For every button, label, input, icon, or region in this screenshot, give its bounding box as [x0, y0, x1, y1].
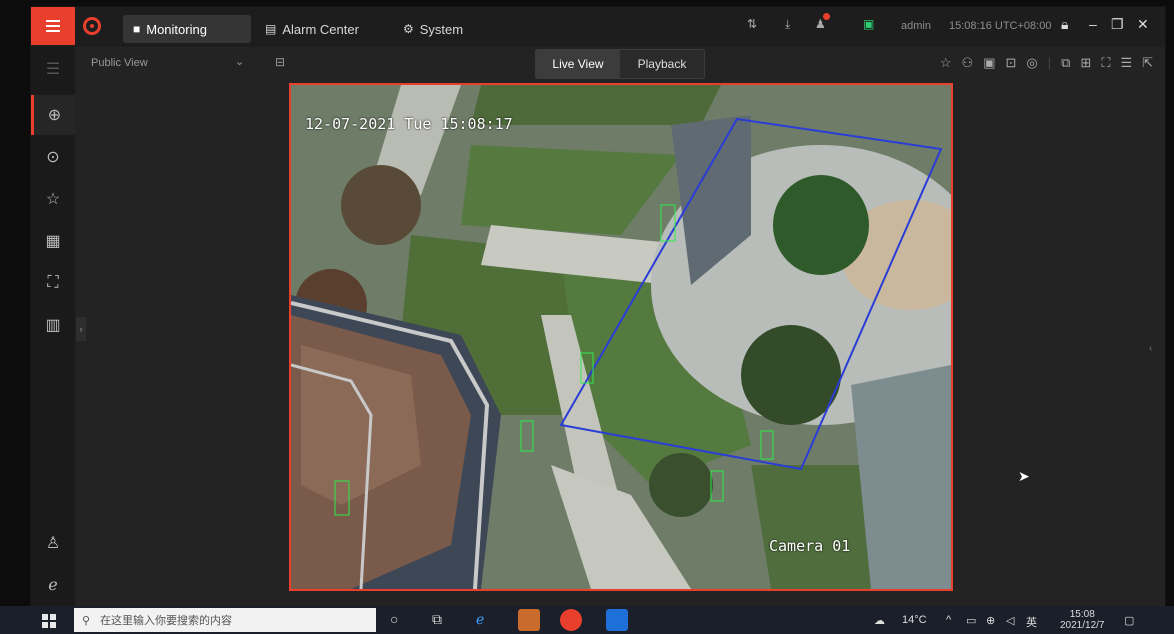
window-split-icon[interactable]: ⧉ [1061, 55, 1070, 71]
sidebar-item-user[interactable]: ♙ [31, 523, 75, 563]
chevron-down-icon[interactable]: ⌄ [235, 55, 244, 68]
browser-icon: ℯ [48, 577, 58, 594]
sidebar-item-layout[interactable]: ▦ [31, 221, 75, 261]
status-icon[interactable]: ▣ [863, 17, 874, 31]
tab-monitoring[interactable]: ■ Monitoring [123, 15, 251, 43]
favorite-icon[interactable]: ☆ [940, 55, 952, 71]
battery-icon[interactable]: ▭ [966, 614, 976, 627]
gear-icon: ⚙ [403, 22, 414, 36]
chevron-left-icon[interactable]: ‹ [1149, 343, 1152, 354]
live-view-button[interactable]: Live View [536, 50, 620, 78]
view-mode-switch: Live View Playback [535, 49, 705, 79]
user-name[interactable]: admin [901, 20, 931, 32]
cortana-icon[interactable]: ○ [390, 611, 398, 627]
ptz-icon[interactable]: ⚇ [962, 55, 974, 71]
taskbar-clock[interactable]: 15:08 2021/12/7 [1060, 609, 1105, 631]
close-icon[interactable]: ✕ [1137, 16, 1149, 33]
tab-alarm-center[interactable]: ▤ Alarm Center [255, 15, 369, 43]
clock-date: 2021/12/7 [1060, 620, 1105, 631]
app-icon-hikvision[interactable] [560, 609, 582, 631]
alarm-badge [823, 13, 830, 20]
windows-taskbar: ⚲ 在这里输入你要搜索的内容 ○ ⧉ ℯ ☁ 14°C ^ ▭ ⊕ ◁ 英 15… [0, 606, 1174, 634]
layout-select-icon[interactable]: ⊞ [1080, 55, 1091, 71]
restore-icon[interactable]: ❐ [1111, 16, 1124, 33]
tab-label: Monitoring [146, 21, 207, 37]
weather-temp[interactable]: 14°C [902, 614, 927, 626]
tab-label: System [419, 21, 464, 37]
network-icon[interactable]: ⊕ [986, 614, 995, 627]
app-icon-1[interactable] [518, 609, 540, 631]
edge-icon[interactable]: ℯ [476, 611, 484, 628]
sidebar-item-grid[interactable]: ▥ [31, 305, 75, 345]
volume-icon[interactable]: ◁ [1006, 614, 1014, 627]
grid-icon: ▥ [45, 317, 61, 334]
person-icon: ⛶ [47, 274, 59, 291]
panel-collapse-handle[interactable]: › [76, 317, 86, 341]
sidebar-item-browser[interactable]: ℯ [31, 565, 75, 605]
tab-label: Alarm Center [282, 21, 359, 37]
notification-icon[interactable]: ▢ [1124, 614, 1134, 627]
capture-icon[interactable]: ⊡ [1005, 55, 1016, 71]
record-icon[interactable]: ▣ [983, 55, 995, 71]
playback-button[interactable]: Playback [620, 50, 704, 78]
document-icon: ▤ [265, 22, 277, 36]
tray-chevron-icon[interactable]: ^ [946, 614, 951, 626]
layout-icon: ▦ [45, 233, 61, 250]
top-bar: ■ Monitoring ▤ Alarm Center ⚙ System ⇅ ⤓… [31, 7, 1165, 47]
search-icon: ⚲ [82, 614, 91, 627]
sidebar-item-favorites[interactable]: ☆ [31, 179, 75, 219]
view-actions: ☆ ⚇ ▣ ⊡ ◎ | ⧉ ⊞ ⛶ ☰ ⇱ [940, 55, 1153, 71]
app-window: ■ Monitoring ▤ Alarm Center ⚙ System ⇅ ⤓… [30, 6, 1166, 608]
taskbar-search-box[interactable]: ⚲ 在这里输入你要搜索的内容 [74, 608, 376, 632]
mouse-cursor-icon: ➤ [1018, 468, 1030, 484]
tab-system[interactable]: ⚙ System [393, 15, 473, 43]
search-placeholder: 在这里输入你要搜索的内容 [100, 615, 233, 627]
task-view-icon[interactable]: ⧉ [432, 611, 442, 628]
chevron-right-icon: › [79, 324, 83, 334]
left-sidebar: ☰ ⊕ ⊙ ☆ ▦ ⛶ ▥ ♙ ℯ [31, 47, 75, 607]
divider: | [1047, 55, 1052, 70]
windows-start-icon[interactable] [42, 614, 56, 628]
sidebar-item-playback[interactable]: ⊙ [31, 137, 75, 177]
export-icon[interactable]: ⇱ [1142, 55, 1153, 71]
download-icon[interactable]: ⤓ [785, 17, 790, 32]
fullscreen-icon[interactable]: ⛶ [1101, 55, 1110, 71]
sidebar-item-person-detect[interactable]: ⛶ [31, 263, 75, 303]
user-icon: ♙ [45, 535, 61, 552]
globe-icon: ⊕ [47, 107, 62, 124]
save-view-icon[interactable]: ⊟ [275, 55, 285, 69]
osd-datetime: 12-07-2021 Tue 15:08:17 [305, 115, 513, 133]
weather-icon[interactable]: ☁ [874, 614, 885, 627]
system-time: 15:08:16 UTC+08:00 [949, 20, 1052, 32]
camera-video-feed[interactable]: 12-07-2021 Tue 15:08:17 Camera 01 [289, 83, 953, 591]
minimize-icon[interactable]: – [1089, 16, 1097, 32]
view-selector[interactable]: Public View [91, 57, 148, 69]
clock-time: 15:08 [1069, 609, 1095, 620]
audio-icon[interactable]: ◎ [1026, 55, 1037, 71]
sidebar-item-globe[interactable]: ⊕ [31, 95, 75, 135]
input-method-icon[interactable]: 英 [1026, 614, 1037, 630]
sort-icon[interactable]: ⇅ [747, 17, 757, 31]
sidebar-list-icon[interactable]: ☰ [31, 49, 75, 89]
hamburger-icon [46, 25, 60, 27]
star-icon: ☆ [45, 191, 61, 208]
playback-icon: ⊙ [46, 149, 60, 166]
app-icon-2[interactable] [606, 609, 628, 631]
alarm-icon[interactable]: ♟ [815, 13, 830, 31]
lock-icon[interactable]: 🔒︎ [1061, 16, 1068, 33]
camera-icon: ■ [133, 22, 141, 36]
camera-scene [291, 85, 951, 589]
list-icon[interactable]: ☰ [1120, 55, 1132, 71]
main-menu-button[interactable] [31, 7, 75, 45]
app-logo [83, 17, 101, 35]
view-toolbar: Public View ⌄ ⊟ Live View Playback ☆ ⚇ ▣… [75, 47, 1165, 83]
osd-camera-name: Camera 01 [769, 537, 851, 555]
